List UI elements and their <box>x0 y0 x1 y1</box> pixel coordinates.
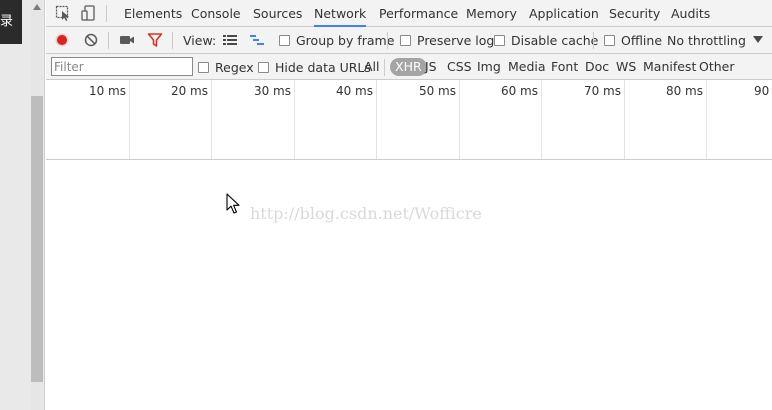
filterbar-separator <box>384 59 385 76</box>
tab-application[interactable]: Application <box>529 0 599 27</box>
tab-security[interactable]: Security <box>609 0 660 27</box>
filter-type-font[interactable]: Font <box>548 58 581 76</box>
timeline-tick: 90 <box>707 80 772 159</box>
tab-memory[interactable]: Memory <box>466 0 517 27</box>
regex-label[interactable]: Regex <box>215 54 254 81</box>
filter-funnel-icon[interactable] <box>147 32 163 48</box>
filter-type-doc[interactable]: Doc <box>582 58 612 76</box>
filter-type-img[interactable]: Img <box>474 58 504 76</box>
scroll-up-arrow-icon[interactable] <box>33 4 41 10</box>
timeline-tick: 60 ms <box>460 80 542 159</box>
clear-icon[interactable] <box>83 32 99 48</box>
waterfall-overview-icon[interactable] <box>249 32 265 48</box>
preserve-log-label[interactable]: Preserve log <box>417 27 494 54</box>
filter-type-all[interactable]: All <box>361 58 383 76</box>
filter-type-media[interactable]: Media <box>505 58 549 76</box>
dropdown-arrow-icon[interactable] <box>750 32 766 48</box>
tab-audits[interactable]: Audits <box>671 0 710 27</box>
timeline-tick-label: 50 ms <box>418 84 456 98</box>
inspect-element-icon[interactable] <box>55 5 71 21</box>
view-label: View: <box>183 33 217 48</box>
offline-label[interactable]: Offline <box>621 27 662 54</box>
timeline-tick: 80 ms <box>625 80 707 159</box>
hide-data-urls-checkbox[interactable] <box>258 62 269 73</box>
filter-type-js[interactable]: JS <box>422 58 440 76</box>
timeline-tick-label: 10 ms <box>88 84 126 98</box>
throttling-select[interactable]: No throttling <box>667 27 746 54</box>
toolbar-separator <box>172 32 173 49</box>
group-by-frame-checkbox[interactable] <box>279 35 290 46</box>
filter-type-css[interactable]: CSS <box>444 58 475 76</box>
toolbar-separator <box>593 32 594 49</box>
timeline-tick: 40 ms <box>295 80 377 159</box>
timeline-tick-label: 60 ms <box>500 84 538 98</box>
record-icon[interactable] <box>54 32 70 48</box>
filter-type-other[interactable]: Other <box>696 58 738 76</box>
tab-sources[interactable]: Sources <box>253 0 302 27</box>
tab-console[interactable]: Console <box>191 0 241 27</box>
hide-data-urls-label[interactable]: Hide data URLs <box>275 54 371 81</box>
request-list-area[interactable]: http://blog.csdn.net/Wofficre <box>46 160 772 410</box>
toolbar-separator <box>387 32 388 49</box>
timeline-tick-label: 30 ms <box>253 84 291 98</box>
filter-input[interactable] <box>51 57 193 76</box>
screenshot-camera-icon[interactable] <box>119 32 135 48</box>
tab-network[interactable]: Network <box>314 0 367 27</box>
regex-checkbox[interactable] <box>198 62 209 73</box>
filter-type-ws[interactable]: WS <box>613 58 639 76</box>
timeline-tick: 30 ms <box>212 80 295 159</box>
tab-elements[interactable]: Elements <box>124 0 182 27</box>
toolbar-separator <box>108 32 109 49</box>
timeline-tick: 70 ms <box>542 80 625 159</box>
page-side-text: 录 <box>0 0 22 44</box>
devtools-panel: Elements Console Sources Network Perform… <box>46 0 772 410</box>
mouse-cursor-icon <box>226 193 240 215</box>
timeline-tick-label: 90 <box>754 84 770 98</box>
disable-cache-checkbox[interactable] <box>494 35 505 46</box>
timeline-tick-label: 80 ms <box>665 84 703 98</box>
timeline-tick: 10 ms <box>46 80 130 159</box>
preserve-log-checkbox[interactable] <box>400 35 411 46</box>
timeline-tick: 20 ms <box>130 80 212 159</box>
timeline-tick-label: 70 ms <box>583 84 621 98</box>
filter-type-manifest[interactable]: Manifest <box>640 58 699 76</box>
timeline-tick-label: 40 ms <box>335 84 373 98</box>
network-toolbar: View: Group by frame Preserve log Disabl… <box>46 27 772 54</box>
tabbar-separator <box>106 5 107 22</box>
group-by-frame-label[interactable]: Group by frame <box>296 27 394 54</box>
timeline-overview[interactable]: 10 ms 20 ms 30 ms 40 ms 50 ms 60 ms 70 m… <box>46 80 772 160</box>
device-toolbar-icon[interactable] <box>81 5 97 21</box>
disable-cache-label[interactable]: Disable cache <box>511 27 598 54</box>
large-rows-list-icon[interactable] <box>222 32 238 48</box>
page-scrollbar-thumb[interactable] <box>31 96 43 382</box>
tab-performance[interactable]: Performance <box>379 0 458 27</box>
watermark-text: http://blog.csdn.net/Wofficre <box>250 204 482 223</box>
devtools-tabbar: Elements Console Sources Network Perform… <box>46 0 772 27</box>
offline-checkbox[interactable] <box>604 35 615 46</box>
timeline-tick-label: 20 ms <box>170 84 208 98</box>
network-filterbar: Regex Hide data URLs All XHR JS CSS Img … <box>46 54 772 80</box>
timeline-tick: 50 ms <box>377 80 460 159</box>
